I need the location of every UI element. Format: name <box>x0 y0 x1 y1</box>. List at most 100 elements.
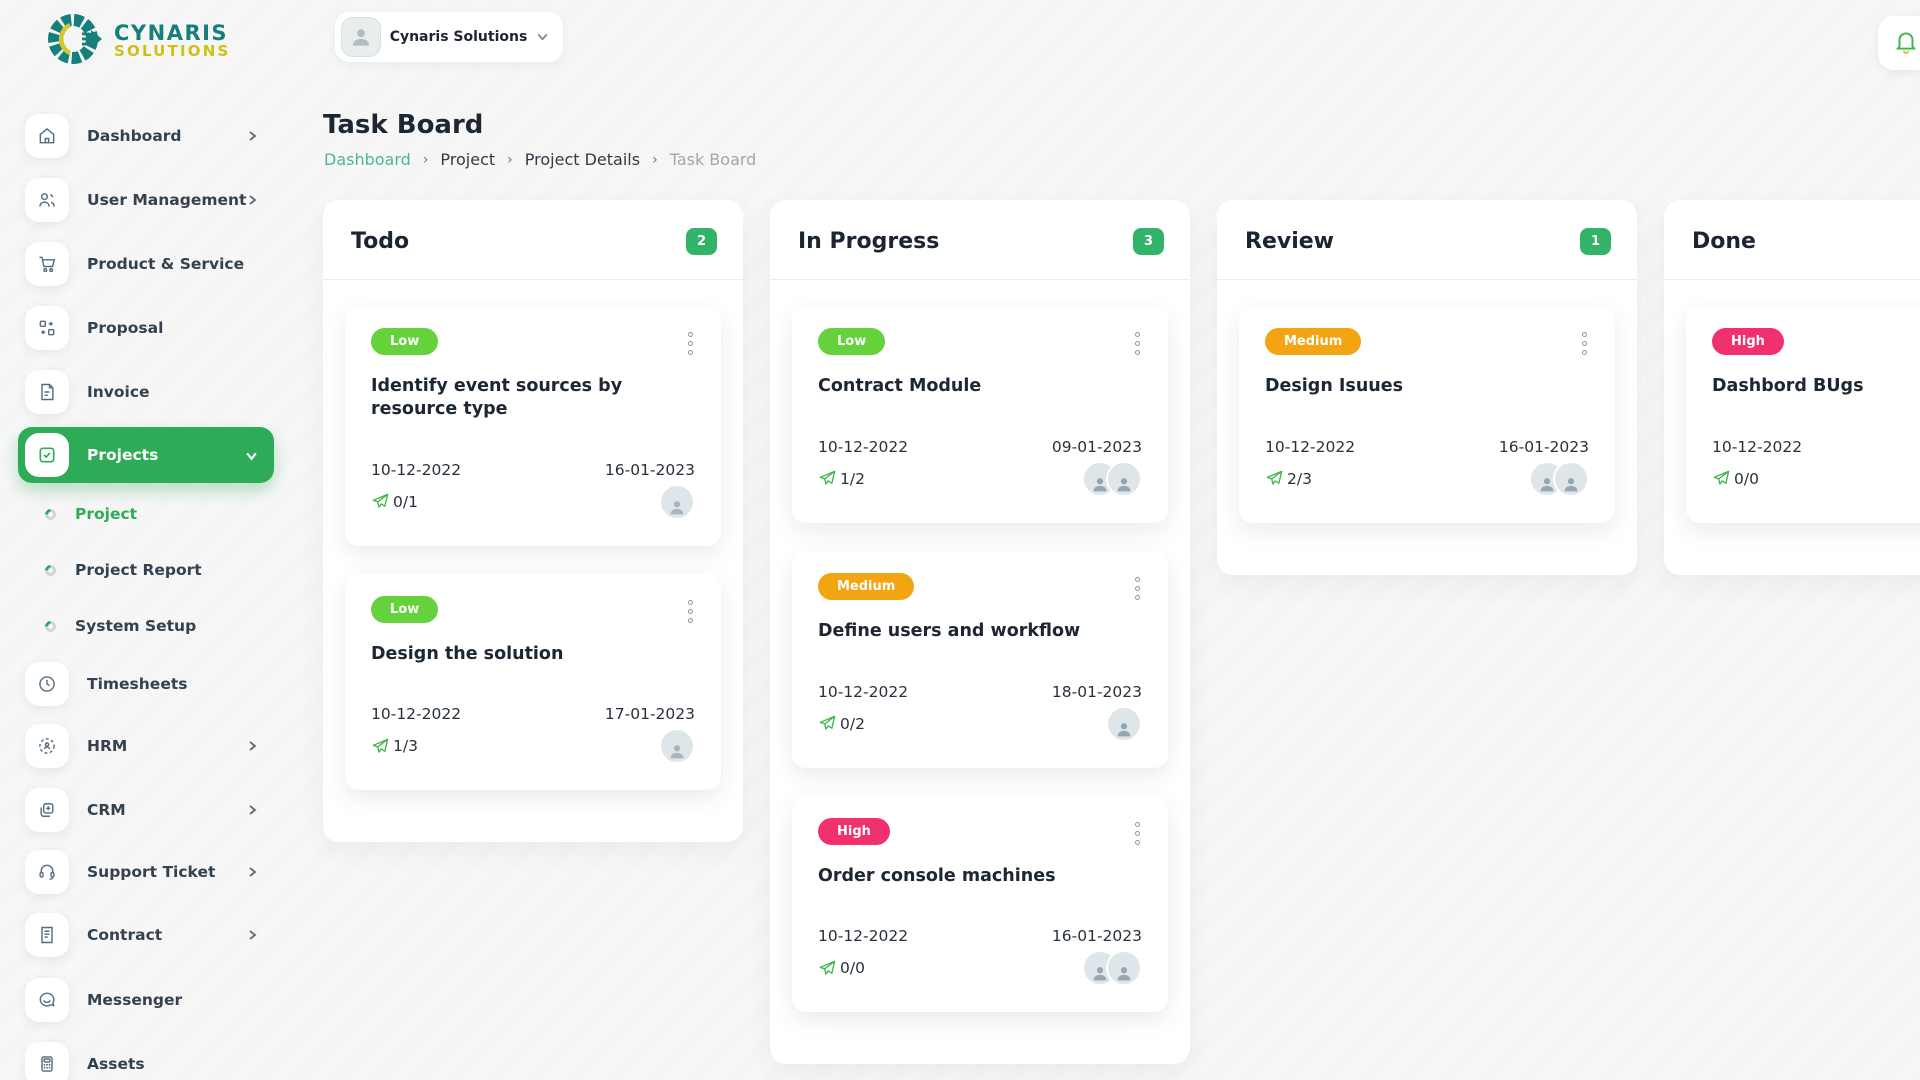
send-icon <box>1265 469 1284 488</box>
column-header: In Progress 3 <box>770 200 1190 279</box>
hrm-icon <box>25 724 69 768</box>
sidebar-item-label: Dashboard <box>87 127 182 145</box>
column-title: Done <box>1692 229 1756 254</box>
sidebar-subitem-label: Project <box>75 505 137 523</box>
company-avatar <box>341 17 381 57</box>
task-card[interactable]: High Order console machines 10-12-2022 1… <box>792 796 1168 1013</box>
assignee-avatars[interactable] <box>1082 461 1142 497</box>
column-count-badge: 2 <box>686 228 717 255</box>
task-card[interactable]: High Dashbord BUgs 10-12-2022 0/0 <box>1686 306 1920 523</box>
sidebar-item-dashboard[interactable]: Dashboard <box>0 104 300 168</box>
assignee-avatars[interactable] <box>1082 950 1142 986</box>
sidebar-subitem-project-report[interactable]: Project Report <box>0 542 300 598</box>
task-card[interactable]: Medium Define users and workflow 10-12-2… <box>792 551 1168 768</box>
assignee-avatars[interactable] <box>659 484 695 520</box>
column-title: Todo <box>351 229 409 254</box>
column-cards: Low Contract Module 10-12-2022 09-01-202… <box>770 280 1190 1064</box>
avatar <box>1106 706 1142 742</box>
home-icon <box>25 114 69 158</box>
chevron-right-icon <box>246 130 258 142</box>
task-start-date: 10-12-2022 <box>371 461 461 479</box>
task-end-date: 16-01-2023 <box>1499 438 1589 456</box>
sidebar: CYNARIS SOLUTIONS Dashboard User Managem… <box>0 0 300 1080</box>
chevron-right-icon <box>246 866 258 878</box>
priority-badge: High <box>818 818 890 845</box>
breadcrumb-project[interactable]: Project <box>440 150 495 169</box>
crm-icon <box>25 788 69 832</box>
notifications-button[interactable] <box>1878 16 1920 70</box>
column-count-badge: 3 <box>1133 228 1164 255</box>
bullet-icon <box>43 562 59 578</box>
task-card[interactable]: Medium Design Isuues 10-12-2022 16-01-20… <box>1239 306 1615 523</box>
subtask-progress: 2/3 <box>1265 469 1312 488</box>
column-header: Todo 2 <box>323 200 743 279</box>
sidebar-item-label: Timesheets <box>87 675 187 693</box>
column-cards: High Dashbord BUgs 10-12-2022 0/0 <box>1664 280 1920 575</box>
card-menu-button[interactable] <box>1133 328 1142 359</box>
sidebar-item-label: Assets <box>87 1055 145 1073</box>
company-name: Cynaris Solutions <box>381 29 536 45</box>
sidebar-item-product-service[interactable]: Product & Service <box>0 232 300 296</box>
sidebar-item-crm[interactable]: CRM <box>0 778 300 842</box>
task-start-date: 10-12-2022 <box>818 927 908 945</box>
sidebar-subitem-project[interactable]: Project <box>0 486 300 542</box>
avatar <box>659 728 695 764</box>
task-card[interactable]: Low Contract Module 10-12-2022 09-01-202… <box>792 306 1168 523</box>
chevron-right-icon <box>246 929 258 941</box>
column-done: Done High Dashbord BUgs 10-12-2022 0/0 <box>1664 200 1920 575</box>
chevron-down-icon <box>245 449 258 462</box>
send-icon <box>371 492 390 511</box>
brand-name-bottom: SOLUTIONS <box>114 44 230 60</box>
card-menu-button[interactable] <box>1580 328 1589 359</box>
chat-bubble-icon <box>25 978 69 1022</box>
sidebar-item-timesheets[interactable]: Timesheets <box>0 654 300 714</box>
subtask-progress: 1/3 <box>371 737 418 756</box>
sidebar-item-label: Proposal <box>87 319 163 337</box>
task-start-date: 10-12-2022 <box>1265 438 1355 456</box>
breadcrumb-dashboard[interactable]: Dashboard <box>324 150 411 169</box>
brand-name: CYNARIS SOLUTIONS <box>114 22 230 60</box>
card-menu-button[interactable] <box>1133 573 1142 604</box>
sidebar-item-support-ticket[interactable]: Support Ticket <box>0 842 300 902</box>
sidebar-item-contract[interactable]: Contract <box>0 902 300 968</box>
sidebar-nav: Dashboard User Management Product & Serv… <box>0 104 300 1080</box>
sidebar-subitem-system-setup[interactable]: System Setup <box>0 598 300 654</box>
sidebar-item-user-management[interactable]: User Management <box>0 168 300 232</box>
card-menu-button[interactable] <box>1133 818 1142 849</box>
sidebar-item-projects[interactable]: Projects <box>0 424 300 486</box>
brand-logo[interactable]: CYNARIS SOLUTIONS <box>46 10 230 72</box>
task-card[interactable]: Low Design the solution 10-12-2022 17-01… <box>345 574 721 791</box>
subtask-progress: 0/0 <box>1712 469 1759 488</box>
task-end-date: 18-01-2023 <box>1052 683 1142 701</box>
assignee-avatars[interactable] <box>659 728 695 764</box>
chevron-right-icon <box>246 740 258 752</box>
column-header: Done <box>1664 200 1920 279</box>
task-card[interactable]: Low Identify event sources by resource t… <box>345 306 721 546</box>
bullet-icon <box>43 618 59 634</box>
avatar <box>1106 950 1142 986</box>
priority-badge: Medium <box>818 573 914 600</box>
breadcrumb-project-details[interactable]: Project Details <box>525 150 640 169</box>
task-start-date: 10-12-2022 <box>818 438 908 456</box>
assignee-avatars[interactable] <box>1106 706 1142 742</box>
sidebar-item-label: HRM <box>87 737 127 755</box>
card-menu-button[interactable] <box>686 596 695 627</box>
sidebar-item-messenger[interactable]: Messenger <box>0 968 300 1032</box>
send-icon <box>818 469 837 488</box>
sidebar-item-invoice[interactable]: Invoice <box>0 360 300 424</box>
company-selector[interactable]: Cynaris Solutions <box>335 12 563 62</box>
cart-icon <box>25 242 69 286</box>
task-title: Define users and workflow <box>818 620 1142 643</box>
bullet-icon <box>43 506 59 522</box>
sidebar-subitem-label: Project Report <box>75 561 202 579</box>
assignee-avatars[interactable] <box>1529 461 1589 497</box>
task-start-date: 10-12-2022 <box>818 683 908 701</box>
column-in-progress: In Progress 3 Low Contract Module 10-12-… <box>770 200 1190 1064</box>
sidebar-item-assets[interactable]: Assets <box>0 1032 300 1080</box>
column-cards: Medium Design Isuues 10-12-2022 16-01-20… <box>1217 280 1637 575</box>
sidebar-item-proposal[interactable]: Proposal <box>0 296 300 360</box>
sidebar-item-label: Messenger <box>87 991 182 1009</box>
card-menu-button[interactable] <box>686 328 695 359</box>
sidebar-item-hrm[interactable]: HRM <box>0 714 300 778</box>
sidebar-item-label: Product & Service <box>87 255 244 273</box>
